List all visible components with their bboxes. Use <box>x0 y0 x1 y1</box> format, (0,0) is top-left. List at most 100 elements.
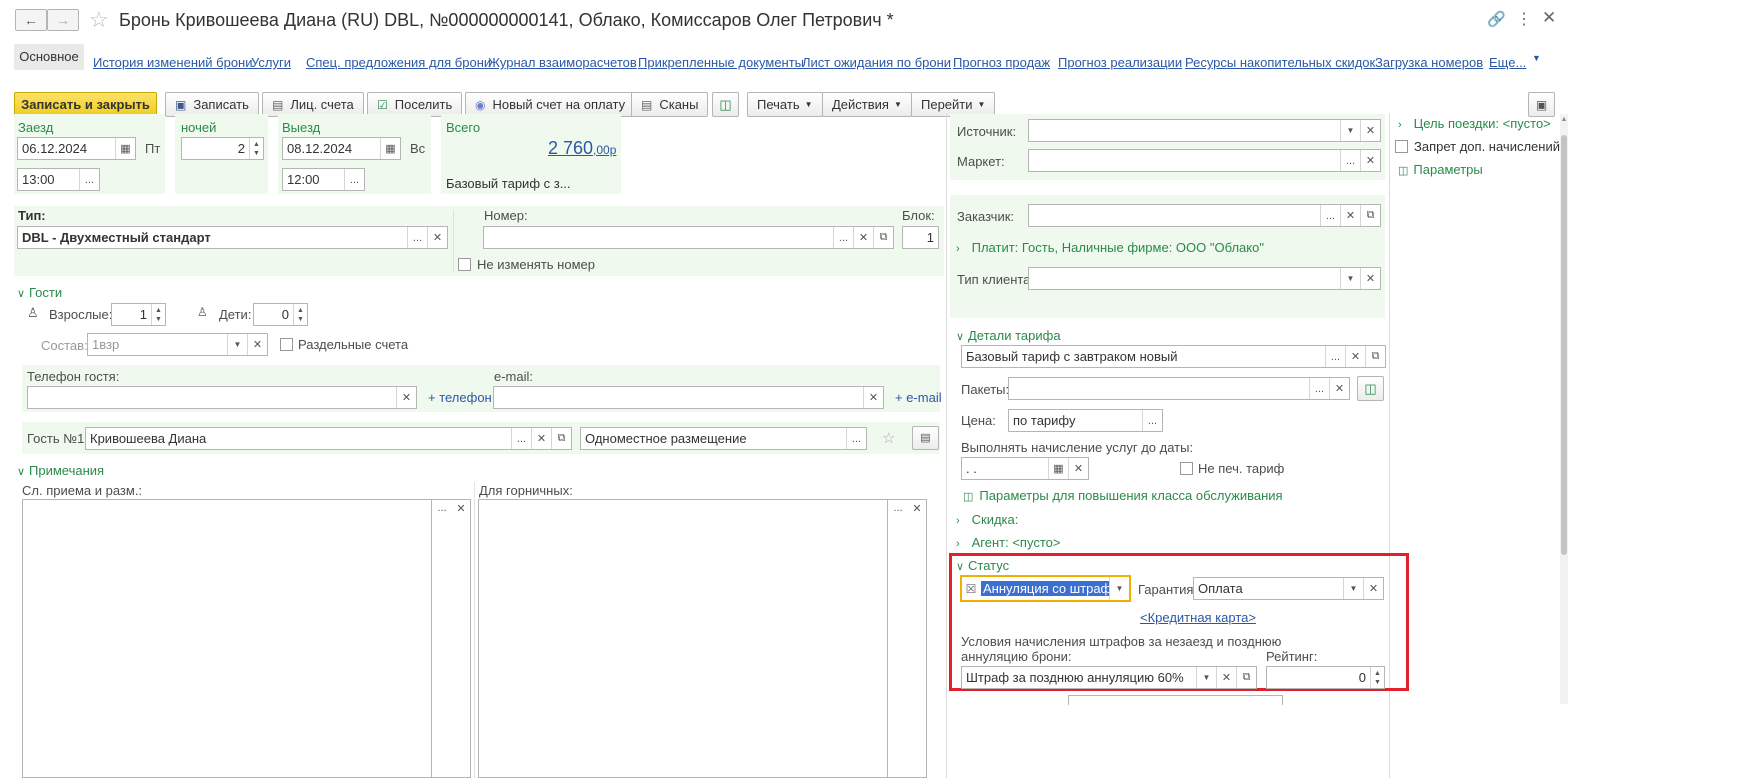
tab-sales-forecast[interactable]: Прогноз продаж <box>953 55 1050 70</box>
dropdown-arrow-icon[interactable]: ▼ <box>1343 578 1363 599</box>
reception-notes-area[interactable] <box>22 499 432 778</box>
stepper-icon[interactable]: ▲ ▼ <box>293 304 307 325</box>
clear-icon[interactable]: ✕ <box>452 502 470 515</box>
clear-icon[interactable]: ✕ <box>853 227 873 248</box>
upgrade-params-link[interactable]: ◫ Параметры для повышения класса обслужив… <box>963 488 1283 503</box>
clear-icon[interactable]: ✕ <box>247 334 267 355</box>
rating-field[interactable]: 0 ▲ ▼ <box>1266 666 1385 689</box>
open-icon[interactable]: ⧉ <box>873 227 893 248</box>
select-button-icon[interactable]: ... <box>432 502 452 514</box>
clear-icon[interactable]: ✕ <box>396 387 416 408</box>
arrival-date-field[interactable]: 06.12.2024 ▦ <box>17 137 136 160</box>
charge-until-field[interactable]: . . ▦ ✕ <box>961 457 1089 480</box>
clear-icon[interactable]: ✕ <box>1329 378 1349 399</box>
separate-accounts-checkbox[interactable] <box>280 338 293 351</box>
forward-button[interactable]: → <box>47 9 79 31</box>
no-print-tariff-checkbox[interactable] <box>1180 462 1193 475</box>
actions-button[interactable]: Действия ▼ <box>822 92 912 117</box>
price-field[interactable]: по тарифу... <box>1008 409 1163 432</box>
total-amount[interactable]: 2 760,00р <box>548 138 616 159</box>
clear-icon[interactable]: ✕ <box>863 387 883 408</box>
add-package-button[interactable]: ◫ <box>1357 376 1384 401</box>
link-icon[interactable]: 🔗 <box>1487 10 1506 28</box>
tariff-field[interactable]: Базовый тариф с завтраком новый... ✕ ⧉ <box>961 345 1386 368</box>
stepper-icon[interactable]: ▲ ▼ <box>249 138 263 159</box>
composition-field[interactable]: 1взр ▼ ✕ <box>87 333 268 356</box>
agent-group[interactable]: › Агент: <пусто> <box>956 535 1060 550</box>
params-link[interactable]: ◫ Параметры <box>1398 162 1483 177</box>
no-change-room-checkbox[interactable] <box>458 258 471 271</box>
select-button-icon[interactable]: ... <box>407 227 427 248</box>
dropdown-arrow-icon[interactable]: ▼ <box>1340 120 1360 141</box>
star-icon[interactable]: ☆ <box>882 429 895 447</box>
clear-icon[interactable]: ✕ <box>531 428 551 449</box>
close-icon[interactable]: ✕ <box>1542 8 1556 28</box>
clear-icon[interactable]: ✕ <box>1345 346 1365 367</box>
calendar-icon[interactable]: ▦ <box>380 138 400 159</box>
clear-icon[interactable]: ✕ <box>1360 150 1380 171</box>
dropdown-arrow-icon[interactable]: ▼ <box>1109 577 1129 600</box>
add-email-link[interactable]: + e-mail <box>895 390 942 405</box>
clear-icon[interactable]: ✕ <box>908 502 926 515</box>
room-number-field[interactable]: ... ✕ ⧉ <box>483 226 894 249</box>
penalty-field[interactable]: Штраф за позднюю аннуляцию 60% ▼ ✕ ⧉ <box>961 666 1257 689</box>
select-button-icon[interactable]: ... <box>1340 150 1360 171</box>
attach-button[interactable]: ◫ <box>712 92 739 117</box>
clear-icon[interactable]: ✕ <box>1068 458 1088 479</box>
nights-field[interactable]: 2 ▲ ▼ <box>181 137 264 160</box>
clear-icon[interactable]: ✕ <box>427 227 447 248</box>
stepper-icon[interactable]: ▲ ▼ <box>151 304 165 325</box>
trip-goal-group[interactable]: › Цель поездки: <пусто> <box>1398 116 1551 131</box>
guest1-name-field[interactable]: Кривошеева Диана... ✕ ⧉ <box>85 427 572 450</box>
guests-group-header[interactable]: ∨ Гости <box>17 285 62 300</box>
guest-card-button[interactable]: ▤ <box>912 426 939 450</box>
tab-waiting-list[interactable]: Лист ожидания по брони <box>802 55 951 70</box>
select-button-icon[interactable]: ... <box>1309 378 1329 399</box>
guest1-placement-field[interactable]: Одноместное размещение... <box>580 427 867 450</box>
status-group-header[interactable]: ∨ Статус <box>956 558 1009 573</box>
client-type-field[interactable]: ▼ ✕ <box>1028 267 1381 290</box>
payer-group[interactable]: › Платит: Гость, Наличные фирме: ООО "Об… <box>956 240 1264 255</box>
tab-services[interactable]: Услуги <box>251 55 291 70</box>
tariff-group-header[interactable]: ∨ Детали тарифа <box>956 328 1061 343</box>
market-field[interactable]: ... ✕ <box>1028 149 1381 172</box>
clear-icon[interactable]: ✕ <box>1363 578 1383 599</box>
dropdown-arrow-icon[interactable]: ▼ <box>1340 268 1360 289</box>
room-type-field[interactable]: DBL - Двухместный стандарт... ✕ <box>17 226 448 249</box>
customer-field[interactable]: ... ✕ ⧉ <box>1028 204 1381 227</box>
tab-discount-resources[interactable]: Ресурсы накопительных скидок <box>1185 55 1375 70</box>
tab-special-offers[interactable]: Спец. предложения для брони <box>306 55 491 70</box>
calendar-icon[interactable]: ▦ <box>1048 458 1068 479</box>
clear-icon[interactable]: ✕ <box>1216 667 1236 688</box>
clear-icon[interactable]: ✕ <box>1340 205 1360 226</box>
status-field[interactable]: ☒Аннуляция со штрафом▼ <box>960 575 1131 602</box>
arrival-time-field[interactable]: 13:00... <box>17 168 100 191</box>
scrollbar-thumb[interactable] <box>1561 135 1567 555</box>
print-button[interactable]: Печать ▼ <box>747 92 823 117</box>
tab-settlements[interactable]: Журнал взаиморасчетов <box>488 55 637 70</box>
credit-card-link[interactable]: <Кредитная карта> <box>1140 610 1256 625</box>
clear-icon[interactable]: ✕ <box>1360 268 1380 289</box>
departure-date-field[interactable]: 08.12.2024 ▦ <box>282 137 401 160</box>
select-button-icon[interactable]: ... <box>344 169 364 190</box>
select-button-icon[interactable]: ... <box>888 502 908 514</box>
guarantee-field[interactable]: Оплата ▼ ✕ <box>1193 577 1384 600</box>
dropdown-arrow-icon[interactable]: ▼ <box>227 334 247 355</box>
email-field[interactable]: ✕ <box>493 386 884 409</box>
open-icon[interactable]: ⧉ <box>1360 205 1380 226</box>
select-button-icon[interactable]: ... <box>79 169 99 190</box>
adults-field[interactable]: 1 ▲ ▼ <box>111 303 166 326</box>
discount-group[interactable]: › Скидка: <box>956 512 1018 527</box>
notes-group-header[interactable]: ∨ Примечания <box>17 463 104 478</box>
block-field[interactable]: 1 <box>902 226 939 249</box>
select-button-icon[interactable]: ... <box>1325 346 1345 367</box>
dropdown-arrow-icon[interactable]: ▼ <box>1196 667 1216 688</box>
favorite-star-icon[interactable]: ☆ <box>89 7 109 33</box>
open-icon[interactable]: ⧉ <box>551 428 571 449</box>
select-button-icon[interactable]: ... <box>1142 410 1162 431</box>
maids-notes-area[interactable] <box>478 499 888 778</box>
stepper-icon[interactable]: ▲ ▼ <box>1370 667 1384 688</box>
tab-more[interactable]: Еще... <box>1489 55 1526 70</box>
departure-time-field[interactable]: 12:00... <box>282 168 365 191</box>
no-extra-charges-checkbox[interactable] <box>1395 140 1408 153</box>
